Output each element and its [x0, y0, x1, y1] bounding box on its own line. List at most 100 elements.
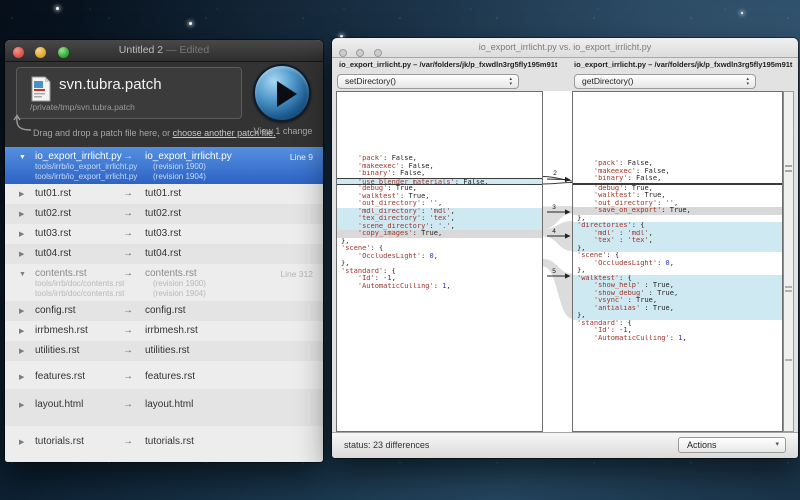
zoom-button[interactable] — [57, 47, 69, 58]
diff-gutter: 2 3 4 5 — [543, 91, 572, 432]
code-line: 'binary': False, — [593, 175, 662, 182]
file-sub-path: tools/irrb/doc/contents.rst (revision 190… — [35, 289, 206, 298]
code-line: 'walktest': True, — [593, 192, 666, 199]
zoom-button[interactable] — [373, 49, 382, 57]
file-to: tutorials.rst — [145, 436, 194, 447]
code-line: 'use_blender_materials': False, — [337, 177, 542, 185]
file-row[interactable]: ▶ features.rst → features.rst — [5, 361, 323, 389]
diff-arrow-2[interactable]: 2 — [546, 170, 571, 183]
disclosure-icon[interactable]: ▼ — [19, 151, 29, 165]
drop-hint: Drag and drop a patch file here, or choo… — [33, 128, 276, 138]
code-line: 'show_help' : True, — [573, 282, 782, 290]
diff-window-title: io_export_irrlicht.py vs. io_export_irrl… — [478, 42, 652, 52]
code-line: }, — [577, 267, 586, 274]
file-row[interactable]: ▶ tut01.rst → tut01.rst — [5, 184, 323, 204]
code-line: 'scene': { — [341, 245, 384, 252]
disclosure-icon[interactable]: ▶ — [19, 208, 29, 222]
code-line: 'tex_directory': 'tex', — [337, 215, 542, 223]
left-function-select[interactable]: setDirectory() ▴ ▾ — [337, 74, 519, 89]
file-row[interactable]: ▶ irrbmesh.rst → irrbmesh.rst — [5, 321, 323, 341]
play-icon — [277, 81, 297, 107]
disclosure-icon[interactable]: ▶ — [19, 399, 29, 413]
line-badge: Line 312 — [280, 269, 313, 279]
scrollbar[interactable] — [783, 91, 794, 432]
disclosure-icon[interactable]: ▶ — [19, 228, 29, 242]
file-row[interactable]: ▶ tut02.rst → tut02.rst — [5, 204, 323, 224]
disclosure-icon[interactable]: ▶ — [19, 345, 29, 359]
file-row[interactable]: ▶ utilities.rst → utilities.rst — [5, 341, 323, 361]
disclosure-icon[interactable]: ▼ — [19, 268, 29, 282]
code-line: 'AutomaticCulling': 1, — [593, 334, 687, 342]
minimize-button[interactable] — [35, 47, 47, 58]
code-line: 'standard': { — [341, 267, 396, 275]
actions-dropdown[interactable]: Actions ▾ — [678, 437, 786, 453]
disclosure-icon[interactable]: ▶ — [19, 436, 29, 450]
code-line: 'out_directory': '', — [357, 200, 443, 207]
code-line: }, — [577, 214, 586, 222]
file-from: layout.html — [35, 399, 84, 410]
patch-file-icon — [31, 76, 51, 102]
code-line: }, — [341, 237, 350, 245]
code-line: 'vsync' : True, — [573, 297, 782, 305]
disclosure-icon[interactable]: ▶ — [19, 371, 29, 385]
status-text: status: 23 differences — [344, 440, 430, 450]
disclosure-icon[interactable]: ▶ — [19, 325, 29, 339]
patch-window-titlebar[interactable]: Untitled 2 — Edited — [5, 40, 323, 62]
traffic-lights — [13, 45, 76, 63]
view-changes-button[interactable] — [253, 64, 311, 122]
left-pane-header: io_export_irrlicht.py – /var/folders/jk/… — [339, 60, 558, 69]
code-line: }, — [341, 260, 350, 267]
patch-drop-box[interactable]: svn.tubra.patch /private/tmp/svn.tubra.p… — [16, 67, 242, 119]
disclosure-icon[interactable]: ▶ — [19, 305, 29, 319]
right-code-pane[interactable]: 'pack': False, 'makeexec': False, 'binar… — [572, 91, 783, 432]
disclosure-icon[interactable]: ▶ — [19, 248, 29, 262]
file-to: tut01.rst — [145, 188, 182, 199]
disclosure-icon[interactable]: ▶ — [19, 188, 29, 202]
diff-window-titlebar[interactable]: io_export_irrlicht.py vs. io_export_irrl… — [332, 38, 798, 58]
svg-text:4: 4 — [552, 228, 556, 235]
code-line: 'OccludesLight': 0, — [357, 252, 438, 260]
minimize-button[interactable] — [356, 49, 365, 57]
file-sub-path: tools/irrb/io_export_irrlicht.py (revisio… — [35, 172, 206, 181]
file-row[interactable]: ▶ tut03.rst → tut03.rst — [5, 224, 323, 244]
view-changes-label: View 1 change — [253, 126, 313, 136]
patch-viewer-window: Untitled 2 — Edited svn.tubra.patch /pri… — [5, 40, 323, 462]
file-from: tut02.rst — [35, 208, 72, 219]
file-row[interactable]: ▶ layout.html → layout.html — [5, 389, 323, 426]
code-line: 'show_debug' : True, — [573, 289, 782, 297]
file-row[interactable]: ▼ io_export_irrlicht.py → io_export_irrlich… — [5, 147, 323, 184]
function-selectors: setDirectory() ▴ ▾ getDirectory() ▴ ▾ — [332, 73, 798, 91]
code-line: 'pack': False, — [593, 160, 653, 167]
close-button[interactable] — [339, 49, 347, 57]
code-line: 'walktest': { — [573, 274, 782, 282]
file-from: tut03.rst — [35, 228, 72, 239]
file-to: tut02.rst — [145, 208, 182, 219]
file-to: utilities.rst — [145, 345, 190, 356]
caret-down-icon: ▾ — [775, 441, 779, 448]
code-line: }, — [573, 312, 782, 320]
file-row[interactable]: ▶ config.rst → config.rst — [5, 301, 323, 321]
code-line: 'scene_directory': '.', — [337, 222, 542, 230]
map-arrow-icon: → — [123, 305, 133, 316]
code-line: 'scene': { — [577, 252, 620, 259]
file-row[interactable]: ▶ tutorials.rst → tutorials.rst — [5, 426, 323, 462]
file-from: utilities.rst — [35, 345, 80, 356]
code-line: 'debug': True, — [357, 185, 417, 192]
code-line: 'antialias' : True, — [573, 304, 782, 312]
file-row[interactable]: ▼ contents.rst → contents.rst Line 312 tools/… — [5, 264, 323, 301]
pane-headers: io_export_irrlicht.py – /var/folders/jk/… — [332, 58, 798, 73]
file-row[interactable]: ▶ tut04.rst → tut04.rst — [5, 244, 323, 264]
left-code-pane[interactable]: 'pack': False, 'makeexec': False, 'binar… — [336, 91, 543, 432]
map-arrow-icon: → — [123, 248, 133, 259]
map-arrow-icon: → — [123, 228, 133, 239]
curved-arrow-icon — [13, 114, 32, 131]
right-function-select[interactable]: getDirectory() ▴ ▾ — [574, 74, 756, 89]
close-button[interactable] — [13, 47, 24, 58]
file-from: tutorials.rst — [35, 436, 84, 447]
